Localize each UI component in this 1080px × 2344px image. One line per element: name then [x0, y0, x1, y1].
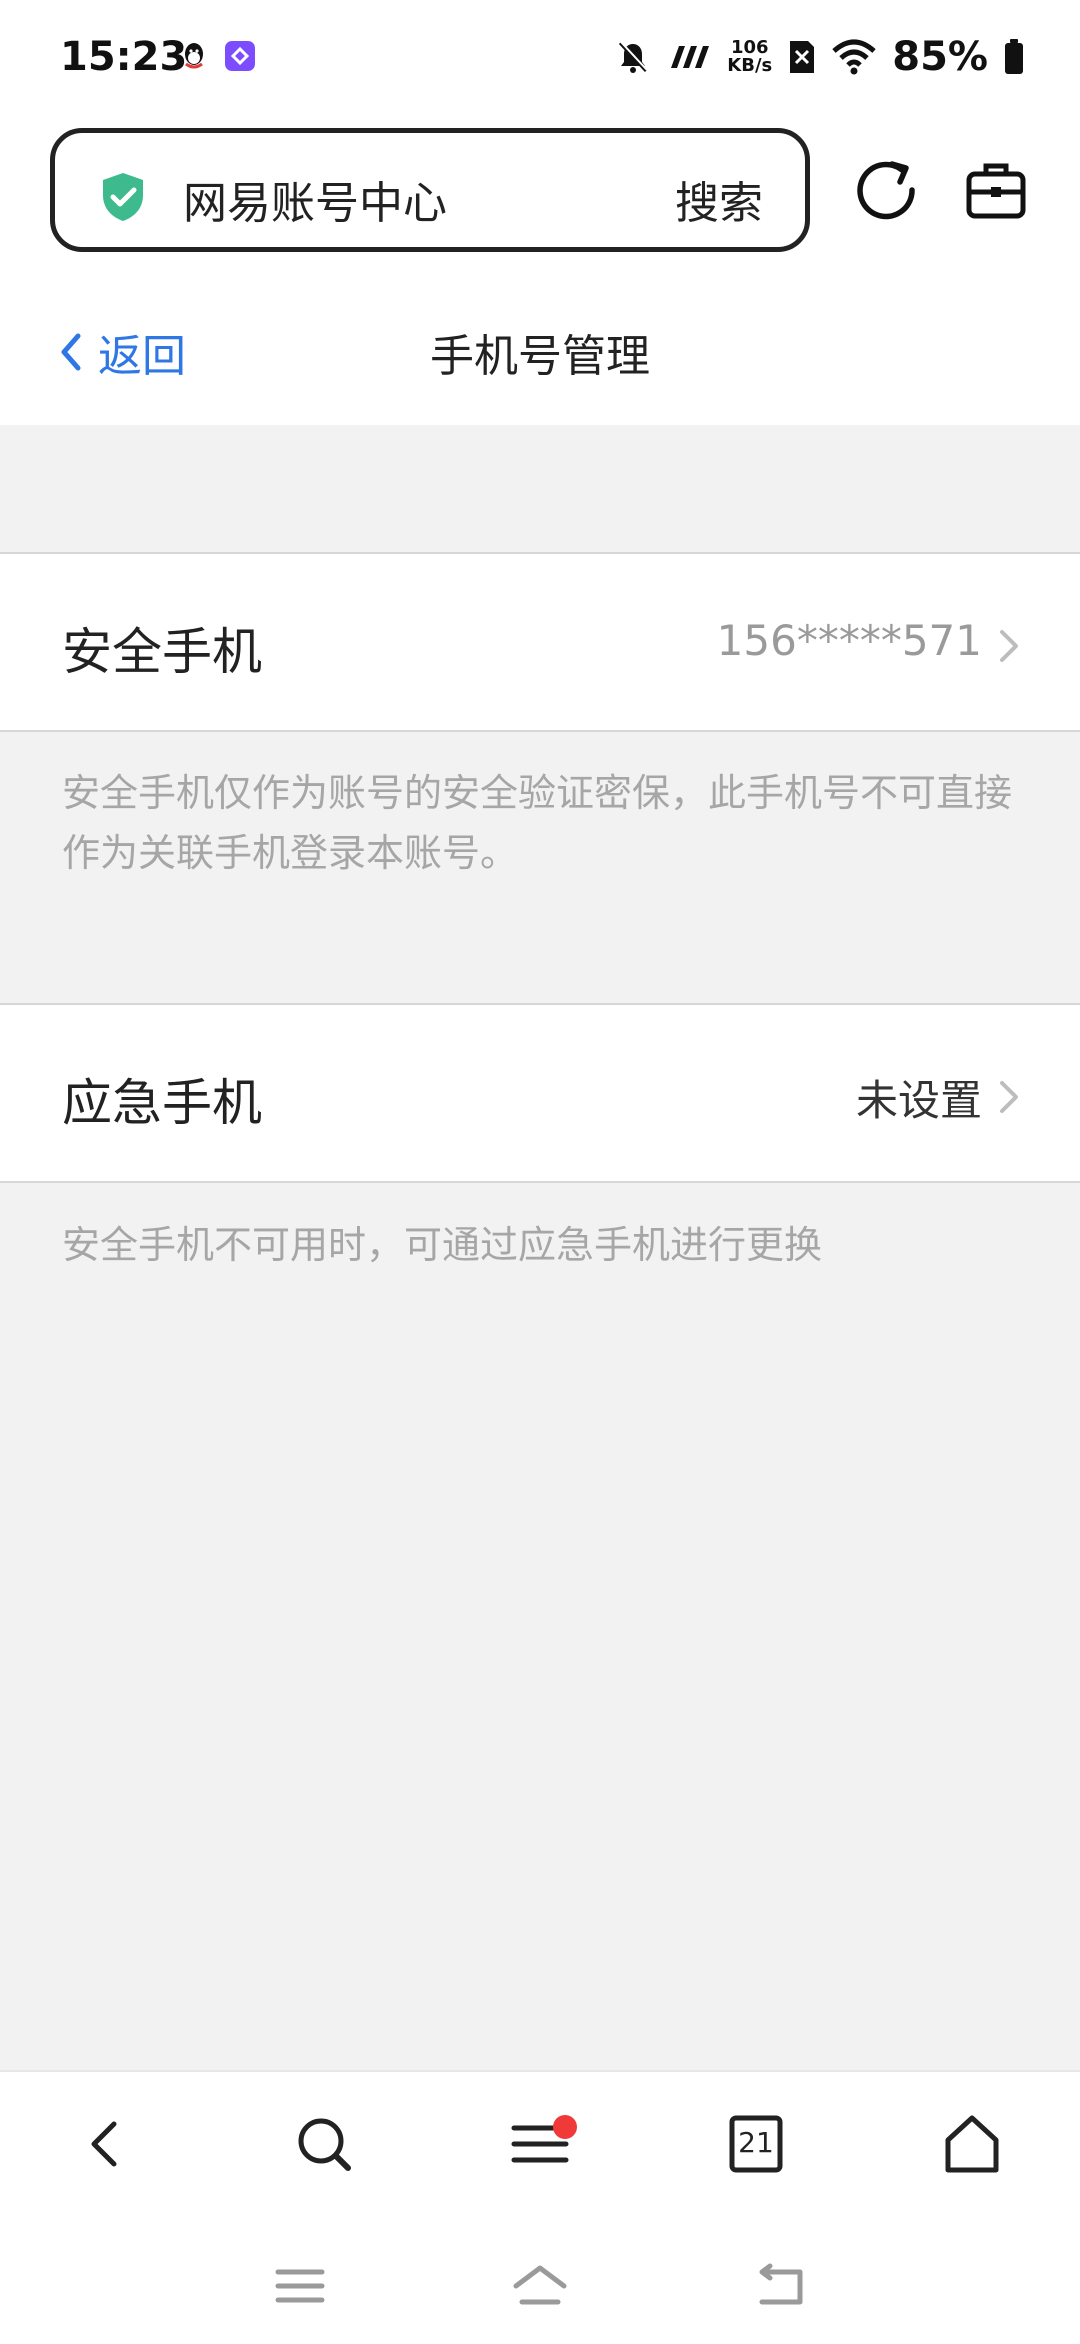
site-name: 网易账号中心	[183, 178, 447, 229]
emergency-phone-row[interactable]: 应急手机 未设置	[0, 1003, 1080, 1183]
qq-icon	[185, 43, 203, 69]
search-icon[interactable]	[292, 2112, 356, 2176]
browser-bottom-nav: 21	[0, 2070, 1080, 2210]
home-icon[interactable]	[940, 2112, 1004, 2176]
battery-percent: 85%	[892, 34, 988, 80]
page-header: 返回 手机号管理	[0, 270, 1080, 425]
toolbox-icon[interactable]	[964, 158, 1028, 222]
system-back-icon[interactable]	[752, 2262, 808, 2310]
app-icon	[225, 41, 255, 71]
search-button[interactable]: 搜索	[675, 167, 763, 231]
chevron-right-icon	[1000, 630, 1018, 662]
wifi-icon	[832, 39, 876, 75]
net-speed: 106 KB/s	[727, 39, 772, 75]
status-bar: 15:23 106 KB/s 85%	[0, 0, 1080, 120]
recent-apps-icon[interactable]	[272, 2262, 328, 2310]
back-icon[interactable]	[74, 2112, 138, 2176]
status-time: 15:23	[60, 34, 188, 80]
row-value: 未设置	[855, 1076, 982, 1125]
emergency-phone-note: 安全手机不可用时，可通过应急手机进行更换	[62, 1223, 823, 1267]
address-bar[interactable]: 网易账号中心 搜索	[50, 128, 810, 252]
tabs-button[interactable]: 21	[724, 2112, 788, 2176]
row-value: 156*****571	[716, 616, 982, 665]
page-title: 手机号管理	[430, 331, 650, 382]
row-label: 应急手机	[62, 1074, 262, 1132]
security-phone-note: 安全手机仅作为账号的安全验证密保，此手机号不可直接作为关联手机登录本账号。	[62, 771, 1013, 875]
status-icons: 106 KB/s 85%	[615, 34, 1024, 80]
refresh-icon[interactable]	[856, 158, 920, 222]
chevron-right-icon	[1000, 1081, 1018, 1113]
signal-icon	[671, 46, 710, 68]
system-home-icon[interactable]	[512, 2262, 568, 2310]
mute-icon	[619, 41, 649, 73]
no-sim-icon	[790, 41, 815, 73]
net-speed-unit: KB/s	[727, 55, 773, 76]
shield-check-icon	[103, 173, 143, 221]
content-area: 安全手机 156*****571 安全手机仅作为账号的安全验证密保，此手机号不可…	[0, 425, 1080, 2070]
tab-count: 21	[738, 2126, 774, 2159]
browser-toolbar: 网易账号中心 搜索	[0, 120, 1080, 270]
security-phone-row[interactable]: 安全手机 156*****571	[0, 552, 1080, 732]
notification-dot	[553, 2115, 577, 2139]
system-nav-bar	[0, 2210, 1080, 2344]
battery-icon	[1005, 39, 1023, 74]
row-label: 安全手机	[62, 623, 262, 681]
